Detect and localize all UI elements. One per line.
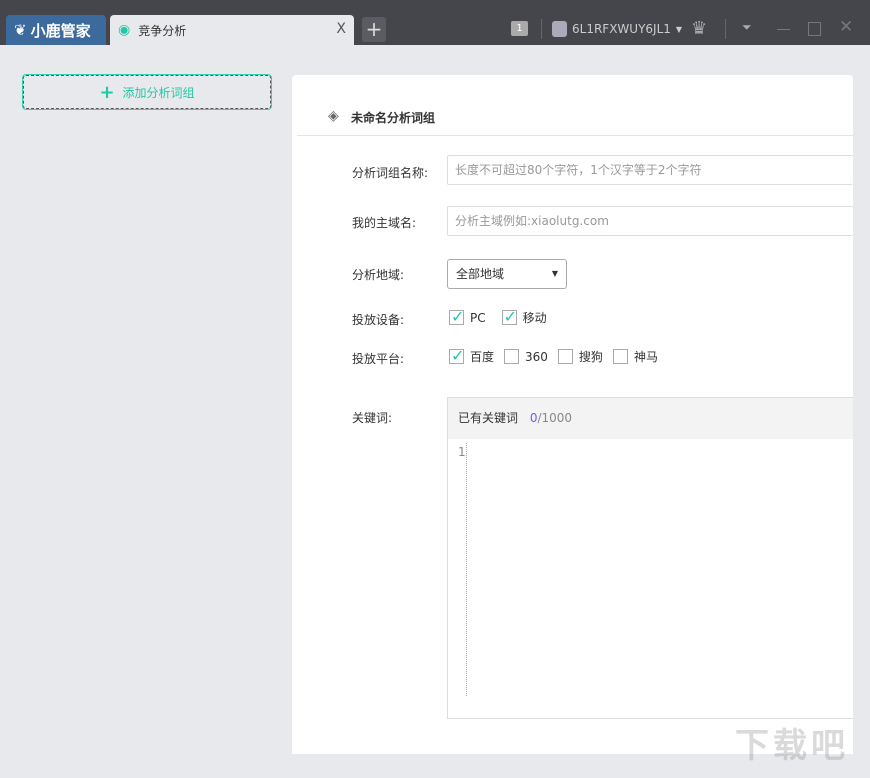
platform-label: 投放平台: xyxy=(352,352,405,366)
domain-input[interactable]: 分析主域例如:xiaolutg.com xyxy=(447,206,853,236)
checkbox-mobile[interactable]: 移动 xyxy=(501,307,547,326)
user-menu[interactable]: 6L1RFXWUY6JL1 ▼ xyxy=(552,21,682,37)
group-name-input[interactable]: 长度不可超过80个字符，1个汉字等于2个字符 xyxy=(447,155,853,185)
divider xyxy=(297,135,853,136)
line-number: 1 xyxy=(458,445,466,459)
close-tab-icon[interactable]: X xyxy=(336,21,346,37)
crown-icon[interactable]: ♛ xyxy=(691,18,707,39)
keywords-header: 已有关键词 0/1000 xyxy=(448,398,853,439)
divider xyxy=(541,19,542,39)
watermark-logo: 下载吧 xyxy=(735,726,849,766)
maximize-icon[interactable] xyxy=(808,22,821,36)
close-window-icon[interactable]: ✕ xyxy=(839,17,853,37)
dropdown-arrow-icon: ▼ xyxy=(551,269,558,278)
checkbox-sogou[interactable]: 搜狗 xyxy=(557,348,603,365)
checkbox-pc[interactable]: PC xyxy=(449,307,486,326)
device-label: 投放设备: xyxy=(352,313,405,327)
chevron-down-icon: ▼ xyxy=(675,24,683,34)
user-avatar-icon xyxy=(552,21,567,37)
checkbox-baidu[interactable]: 百度 xyxy=(449,346,494,365)
minimize-icon[interactable] xyxy=(777,29,790,30)
group-title: 未命名分析词组 xyxy=(351,111,436,125)
new-tab-button[interactable]: + xyxy=(362,17,386,42)
plus-icon: + xyxy=(99,81,115,103)
menu-dropdown-icon[interactable]: ⏷ xyxy=(742,20,752,35)
domain-label: 我的主域名: xyxy=(352,216,417,230)
checkbox-shenma[interactable]: 神马 xyxy=(612,348,658,365)
checkbox-360[interactable]: 360 xyxy=(504,348,548,365)
divider xyxy=(725,19,726,39)
app-logo[interactable]: ❦ 小鹿管家 xyxy=(6,15,106,45)
region-label: 分析地域: xyxy=(352,268,405,282)
gutter-divider xyxy=(466,443,467,696)
keywords-editor[interactable]: 已有关键词 0/1000 1 xyxy=(447,397,853,719)
deer-logo-icon: ❦ xyxy=(14,21,27,39)
name-label: 分析词组名称: xyxy=(352,166,429,180)
device-options: PC 移动 xyxy=(449,307,557,326)
platform-options: 百度 360 搜狗 神马 xyxy=(449,346,668,365)
keywords-label: 关键词: xyxy=(352,411,393,425)
tab-competition-analysis[interactable]: ◉ 竞争分析 X xyxy=(110,15,354,45)
message-badge[interactable]: 1 xyxy=(511,21,528,36)
layers-icon: ◈ xyxy=(328,108,339,124)
signal-icon: ◉ xyxy=(118,22,131,38)
region-select[interactable]: 全部地域 ▼ xyxy=(447,259,567,289)
add-group-button[interactable]: + 添加分析词组 xyxy=(22,74,272,110)
